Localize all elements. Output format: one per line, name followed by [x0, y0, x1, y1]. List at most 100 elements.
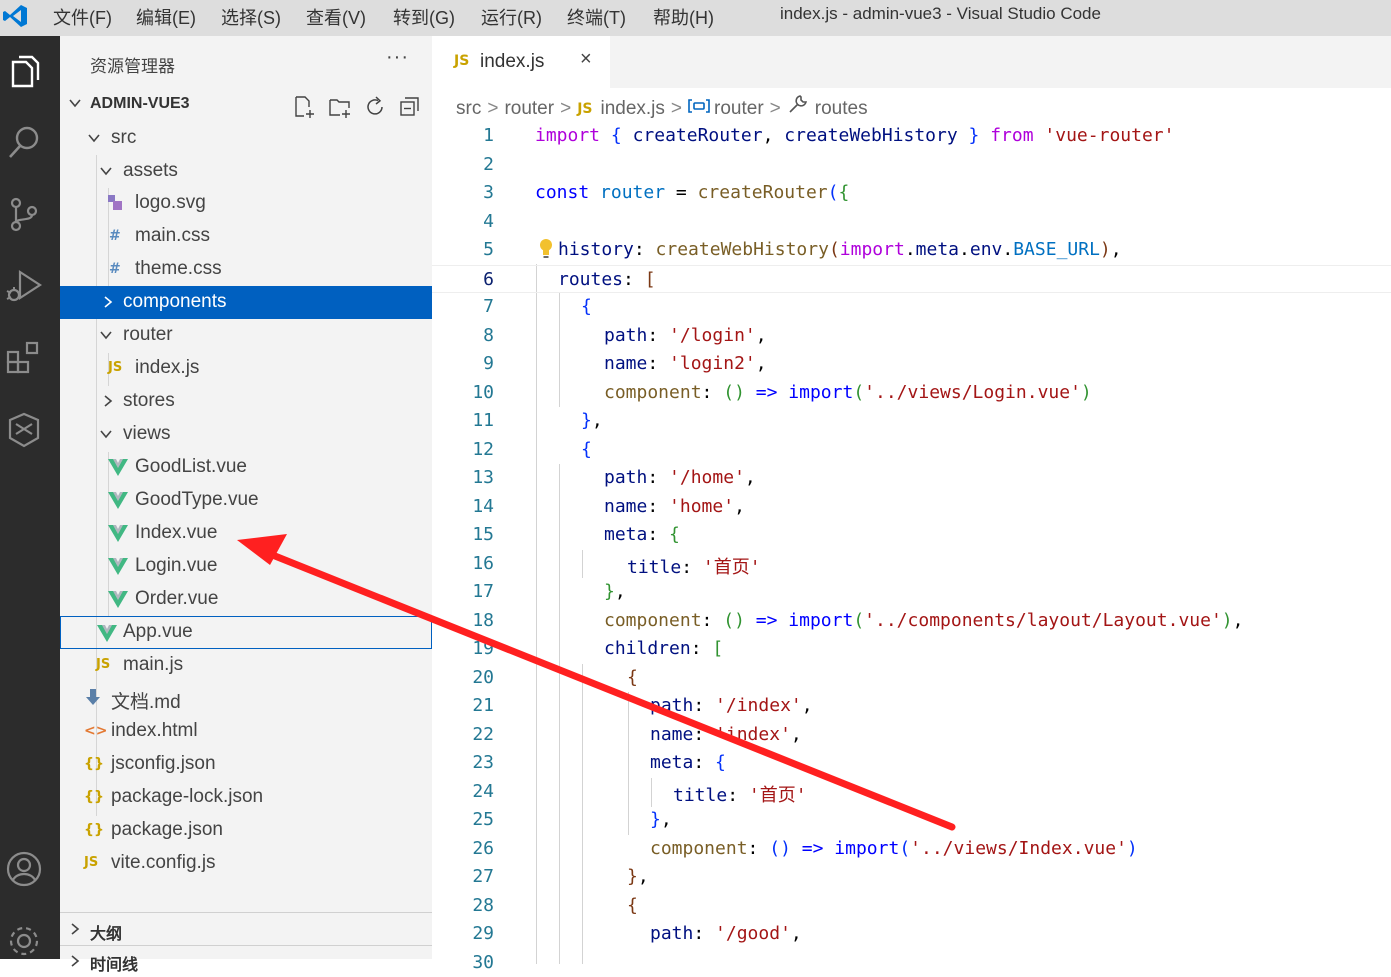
breadcrumb-file[interactable]: index.js	[600, 98, 664, 120]
new-folder-icon[interactable]	[328, 95, 352, 119]
lightbulb-icon[interactable]	[538, 238, 554, 260]
chevron-right-icon[interactable]	[68, 954, 82, 968]
search-icon[interactable]	[4, 122, 44, 162]
menu-view[interactable]: 查看(V)	[306, 4, 366, 30]
tree-item-vite-config-js[interactable]: JS vite.config.js	[60, 847, 432, 880]
code-text: const router = createRouter({	[535, 182, 849, 203]
code-line: 14 name: 'home',	[432, 493, 1391, 522]
menu-help[interactable]: 帮助(H)	[653, 4, 714, 30]
project-name[interactable]: ADMIN-VUE3	[90, 95, 190, 113]
tree-item-package-lock-json[interactable]: {} package-lock.json	[60, 781, 432, 814]
breadcrumb-symbol-routes[interactable]: routes	[815, 98, 868, 120]
account-icon[interactable]	[4, 849, 44, 889]
symbol-variable-icon	[688, 98, 710, 114]
tree-item-order-vue[interactable]: Order.vue	[60, 583, 432, 616]
menu-terminal[interactable]: 终端(T)	[567, 4, 626, 30]
line-number: 24	[432, 781, 494, 802]
tab-label: index.js	[480, 51, 544, 73]
tree-item-label: assets	[123, 160, 178, 182]
tree-item-index-html[interactable]: <> index.html	[60, 715, 432, 748]
code-text: import { createRouter, createWebHistory …	[535, 125, 1174, 146]
tree-item-package-json[interactable]: {} package.json	[60, 814, 432, 847]
explorer-panel: 资源管理器 ··· ADMIN-VUE3 src assets logo.svg	[60, 36, 432, 959]
collapse-all-icon[interactable]	[398, 95, 422, 119]
line-number: 21	[432, 695, 494, 716]
tree-item-label: GoodList.vue	[135, 456, 247, 478]
settings-gear-icon[interactable]	[4, 921, 44, 961]
menu-selection[interactable]: 选择(S)	[221, 4, 281, 30]
tree-item-main-css[interactable]: # main.css	[60, 220, 432, 253]
json-file-icon: {}	[84, 754, 104, 774]
vue-file-icon	[108, 490, 128, 510]
menu-edit[interactable]: 编辑(E)	[136, 4, 196, 30]
line-number: 7	[432, 296, 494, 317]
tree-item-components[interactable]: components	[60, 286, 432, 319]
code-editor[interactable]: 1 import { createRouter, createWebHistor…	[432, 122, 1391, 959]
code-text: path: '/good',	[650, 923, 802, 944]
menu-file[interactable]: 文件(F)	[53, 4, 112, 30]
tree-item-src[interactable]: src	[60, 122, 432, 155]
line-number: 12	[432, 439, 494, 460]
markdown-download-icon	[85, 688, 101, 708]
tree-item-theme-css[interactable]: # theme.css	[60, 253, 432, 286]
code-line: 26 component: () => import('../views/Ind…	[432, 835, 1391, 864]
vue-file-icon	[108, 556, 128, 576]
timeline-panel-header[interactable]: 时间线	[90, 951, 138, 975]
tree-item-label: views	[123, 423, 171, 445]
tree-item-doc-md[interactable]: 文档.md	[60, 682, 432, 715]
tree-item-goodtype-vue[interactable]: GoodType.vue	[60, 484, 432, 517]
tree-item-views[interactable]: views	[60, 418, 432, 451]
tree-item-login-vue[interactable]: Login.vue	[60, 550, 432, 583]
tree-item-label: jsconfig.json	[111, 753, 216, 775]
code-line: 16 title: '首页'	[432, 550, 1391, 579]
tree-item-jsconfig-json[interactable]: {} jsconfig.json	[60, 748, 432, 781]
code-text: {	[627, 895, 638, 916]
tree-item-main-js[interactable]: JS main.js	[60, 649, 432, 682]
code-line: 20 {	[432, 664, 1391, 693]
files-icon[interactable]	[4, 51, 44, 91]
explorer-title: 资源管理器	[90, 52, 175, 77]
line-number: 28	[432, 895, 494, 916]
tree-item-router[interactable]: router	[60, 319, 432, 352]
breadcrumb-src[interactable]: src	[456, 98, 481, 120]
tree-item-logo-svg[interactable]: logo.svg	[60, 187, 432, 220]
code-line: 27 },	[432, 863, 1391, 892]
tree-item-app-vue[interactable]: App.vue	[60, 616, 432, 649]
code-line: 12 {	[432, 436, 1391, 465]
tree-item-stores[interactable]: stores	[60, 385, 432, 418]
chevron-down-icon[interactable]	[68, 96, 82, 110]
tree-item-goodlist-vue[interactable]: GoodList.vue	[60, 451, 432, 484]
source-control-icon[interactable]	[4, 194, 44, 234]
line-number: 10	[432, 382, 494, 403]
more-actions-icon[interactable]: ···	[386, 46, 409, 69]
line-number: 2	[432, 154, 494, 175]
line-number: 11	[432, 410, 494, 431]
run-debug-icon[interactable]	[4, 266, 44, 306]
remote-icon[interactable]	[4, 410, 44, 450]
code-text: component: () => import('../components/l…	[604, 610, 1243, 631]
breadcrumb-symbol-router[interactable]: router	[714, 98, 764, 120]
line-number: 26	[432, 838, 494, 859]
close-icon[interactable]: ×	[580, 48, 592, 71]
code-line: 5 history: createWebHistory(import.meta.…	[432, 236, 1391, 265]
chevron-right-icon[interactable]	[68, 922, 82, 936]
code-text: },	[604, 581, 626, 602]
tree-item-assets[interactable]: assets	[60, 155, 432, 188]
menu-go[interactable]: 转到(G)	[393, 4, 455, 30]
menu-run[interactable]: 运行(R)	[481, 4, 542, 30]
tree-item-index-vue[interactable]: Index.vue	[60, 517, 432, 550]
tree-item-label: package.json	[111, 819, 223, 841]
new-file-icon[interactable]	[292, 95, 316, 119]
tree-item-label: logo.svg	[135, 192, 206, 214]
tree-item-label: Index.vue	[135, 522, 217, 544]
code-text: title: '首页'	[627, 553, 761, 579]
chevron-down-icon	[99, 164, 113, 178]
breadcrumb-router-folder[interactable]: router	[504, 98, 554, 120]
refresh-icon[interactable]	[363, 95, 387, 119]
chevron-down-icon	[99, 328, 113, 342]
line-number: 25	[432, 809, 494, 830]
outline-panel-header[interactable]: 大纲	[90, 920, 122, 944]
tab-index-js[interactable]: JS index.js ×	[432, 36, 610, 88]
tree-item-router-index-js[interactable]: JS index.js	[60, 352, 432, 385]
extensions-icon[interactable]	[4, 338, 44, 378]
